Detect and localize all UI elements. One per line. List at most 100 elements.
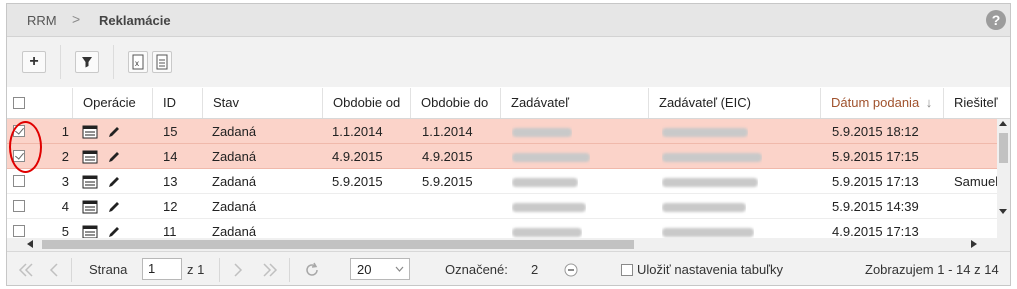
horizontal-scroll-thumb[interactable]: [42, 240, 634, 249]
cell-zadavatel-redacted: [512, 144, 590, 169]
cell-zadavatel-redacted: [512, 119, 572, 144]
column-datum-podania[interactable]: Dátum podania ↓: [821, 88, 944, 118]
cell-obdobie-do: 1.1.2014: [422, 124, 473, 139]
toolbar-divider: [113, 45, 114, 79]
column-operacie[interactable]: Operácie: [73, 88, 153, 118]
svg-text:x: x: [135, 59, 139, 68]
vertical-scrollbar[interactable]: [997, 119, 1010, 238]
scroll-right-icon[interactable]: [971, 240, 977, 248]
marked-label: Označené:: [445, 262, 508, 277]
first-page-icon[interactable]: [17, 262, 35, 278]
column-obdobie-od[interactable]: Obdobie od: [323, 88, 411, 118]
scroll-up-icon[interactable]: [999, 121, 1007, 126]
cell-datum-podania: 5.9.2015 17:13: [832, 174, 919, 189]
cell-zadavatel-eic-redacted: [662, 169, 758, 194]
cell-id: 13: [163, 174, 178, 189]
scroll-down-icon[interactable]: [999, 209, 1007, 214]
filter-button[interactable]: [75, 51, 99, 73]
last-page-icon[interactable]: [261, 262, 279, 278]
breadcrumb-current: Reklamácie: [99, 13, 171, 28]
select-all-checkbox[interactable]: [13, 97, 25, 109]
toolbar-divider: [60, 45, 61, 79]
title-bar: RRM > Reklamácie ?: [7, 4, 1010, 37]
cell-zadavatel-redacted: [512, 194, 586, 219]
table-row[interactable]: 1 15 Zadaná 1.1.2014 1.1.2014 5.9.2015 18:12: [7, 119, 997, 144]
cell-stav: Zadaná: [212, 199, 257, 214]
next-page-icon[interactable]: [231, 262, 245, 278]
cell-zadavatel-eic-redacted: [662, 144, 762, 169]
column-stav[interactable]: Stav: [203, 88, 323, 118]
page-total-label: z 1: [187, 262, 205, 277]
page-number-input[interactable]: 1: [142, 258, 182, 280]
page-label: Strana: [89, 262, 128, 277]
cell-zadavatel-redacted: [512, 169, 578, 194]
save-settings-label[interactable]: Uložiť nastavenia tabuľky: [637, 262, 783, 277]
clear-selection-icon[interactable]: [564, 263, 578, 277]
row-number: 1: [61, 124, 69, 139]
cell-datum-podania: 5.9.2015 17:15: [832, 149, 919, 164]
row-checkbox[interactable]: [13, 225, 25, 237]
filter-icon: [82, 57, 92, 68]
edit-icon[interactable]: [107, 194, 123, 219]
pager-divider: [219, 258, 220, 282]
add-button[interactable]: +: [22, 51, 46, 73]
toolbar: + x: [7, 37, 1010, 87]
scroll-thumb[interactable]: [999, 133, 1008, 163]
detail-icon[interactable]: [82, 194, 100, 219]
cell-obdobie-od: 4.9.2015: [332, 149, 383, 164]
row-number: 5: [61, 224, 69, 238]
table-row[interactable]: 2 14 Zadaná 4.9.2015 4.9.2015 5.9.2015 17:15: [7, 144, 997, 169]
refresh-icon[interactable]: [303, 261, 321, 279]
help-icon[interactable]: ?: [986, 10, 1006, 30]
document-export-icon: [156, 54, 168, 70]
window: RRM > Reklamácie ? + x Operácie ID Stav …: [6, 3, 1011, 286]
data-grid: Operácie ID Stav Obdobie od Obdobie do Z…: [7, 88, 1010, 238]
prev-page-icon[interactable]: [47, 262, 61, 278]
pager-divider: [71, 258, 72, 282]
column-zadavatel-eic[interactable]: Zadávateľ (EIC): [649, 88, 821, 118]
column-riesitel[interactable]: Riešiteľ: [944, 88, 1010, 118]
marked-count: 2: [531, 262, 539, 277]
cell-zadavatel-eic-redacted: [662, 119, 748, 144]
edit-icon[interactable]: [107, 119, 123, 144]
detail-icon[interactable]: [82, 119, 100, 144]
detail-icon[interactable]: [82, 144, 100, 169]
table-row[interactable]: 3 13 Zadaná 5.9.2015 5.9.2015 5.9.2015 17:13 S…: [7, 169, 997, 194]
scroll-left-icon[interactable]: [27, 240, 33, 248]
save-settings-checkbox[interactable]: [621, 264, 633, 276]
cell-riesitel: Samuel: [954, 174, 997, 189]
cell-id: 12: [163, 199, 178, 214]
breadcrumb-root[interactable]: RRM: [27, 13, 57, 28]
edit-icon[interactable]: [107, 169, 123, 194]
cell-stav: Zadaná: [212, 124, 257, 139]
grid-header: Operácie ID Stav Obdobie od Obdobie do Z…: [7, 88, 1010, 119]
column-id[interactable]: ID: [153, 88, 203, 118]
cell-obdobie-do: 5.9.2015: [422, 174, 473, 189]
detail-icon[interactable]: [82, 169, 100, 194]
row-checkbox[interactable]: [13, 200, 25, 212]
row-checkbox[interactable]: [13, 175, 25, 187]
annotation-circle: [9, 121, 42, 173]
cell-obdobie-od: 1.1.2014: [332, 124, 383, 139]
page-size-select[interactable]: 20: [350, 258, 410, 280]
column-datum-podania-label: Dátum podania: [831, 95, 920, 110]
cell-datum-podania: 4.9.2015 17:13: [832, 224, 919, 238]
table-row[interactable]: 4 12 Zadaná 5.9.2015 14:39: [7, 194, 997, 219]
cell-obdobie-od: 5.9.2015: [332, 174, 383, 189]
edit-icon[interactable]: [107, 144, 123, 169]
horizontal-scrollbar[interactable]: [7, 238, 1010, 251]
cell-datum-podania: 5.9.2015 18:12: [832, 124, 919, 139]
export-excel-button[interactable]: x: [128, 51, 148, 73]
row-number: 3: [61, 174, 69, 189]
display-info: Zobrazujem 1 - 14 z 14: [865, 262, 999, 277]
cell-zadavatel-eic-redacted: [662, 194, 746, 219]
table-row[interactable]: 5 11 Zadaná 4.9.2015 17:13: [7, 219, 997, 238]
column-obdobie-do[interactable]: Obdobie do: [411, 88, 501, 118]
cell-id: 11: [163, 224, 177, 238]
column-zadavatel[interactable]: Zadávateľ: [501, 88, 649, 118]
edit-icon[interactable]: [107, 219, 123, 238]
detail-icon[interactable]: [82, 219, 100, 238]
export-document-button[interactable]: [152, 51, 172, 73]
select-all-header: [7, 88, 73, 118]
cell-zadavatel-redacted: [512, 219, 582, 238]
